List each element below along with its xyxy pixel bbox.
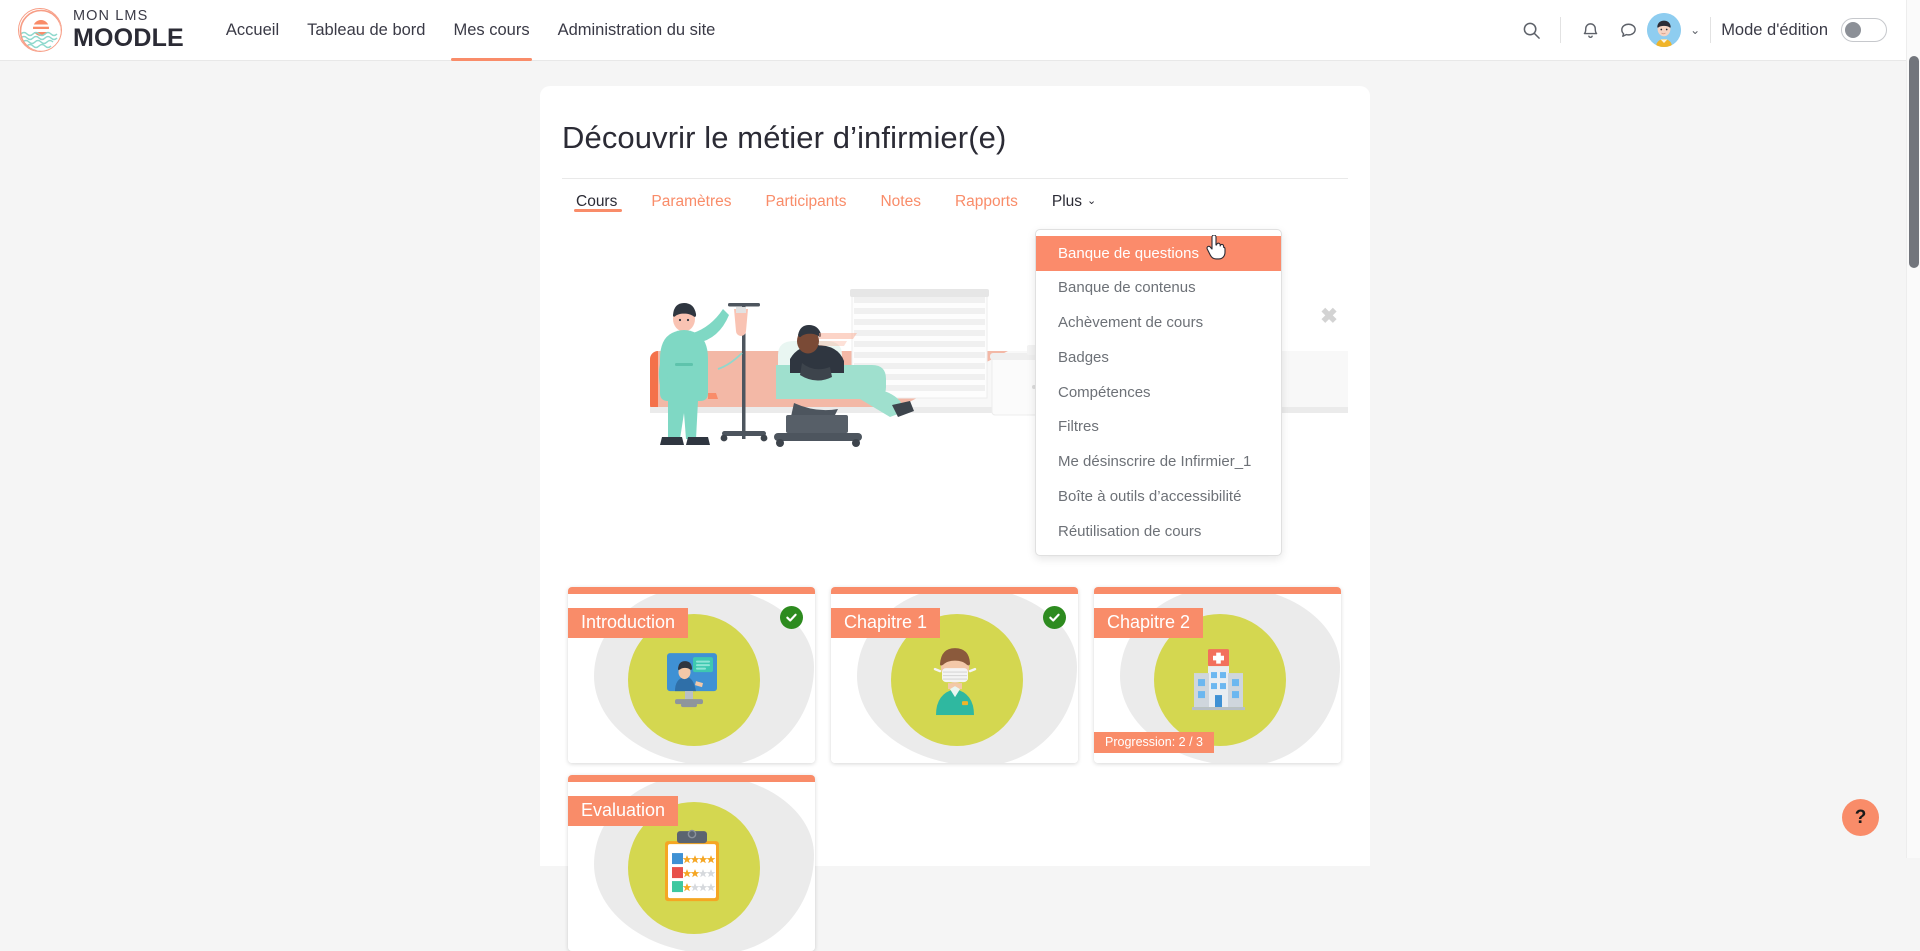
- card-title-badge: Chapitre 2: [1094, 608, 1203, 638]
- navbar-right-area: ⌄ Mode d'édition: [1512, 0, 1913, 61]
- sun-waves-circle-logo: [18, 8, 62, 52]
- menu-item-boite-a-outils-accessibilite[interactable]: Boîte à outils d’accessibilité: [1036, 479, 1281, 514]
- nav-item-tableau-de-bord[interactable]: Tableau de bord: [293, 0, 439, 61]
- menu-item-competences[interactable]: Compétences: [1036, 375, 1281, 410]
- search-icon[interactable]: [1512, 10, 1550, 50]
- card-topbar: [568, 775, 815, 782]
- card-progress-badge: Progression: 2 / 3: [1094, 732, 1214, 753]
- completion-check-icon: [1043, 606, 1066, 629]
- section-card-chapitre-2[interactable]: Chapitre 2 Progression: 2 / 3: [1094, 587, 1341, 763]
- card-title-badge: Evaluation: [568, 796, 678, 826]
- tab-notes[interactable]: Notes: [863, 179, 938, 211]
- brand-top-text: MON LMS: [73, 9, 184, 24]
- section-card-introduction[interactable]: Introduction: [568, 587, 815, 763]
- page-body: Découvrir le métier d’infirmier(e) Cours…: [0, 61, 1913, 858]
- user-menu[interactable]: ⌄: [1647, 13, 1700, 47]
- nav-item-administration-du-site[interactable]: Administration du site: [544, 0, 730, 61]
- top-navbar: MON LMS MOODLE Accueil Tableau de bord M…: [0, 0, 1913, 61]
- menu-item-achevement-de-cours[interactable]: Achèvement de cours: [1036, 306, 1281, 341]
- navbar-divider-1: [1560, 17, 1561, 43]
- edit-mode-label: Mode d'édition: [1721, 21, 1828, 40]
- message-icon[interactable]: [1609, 10, 1647, 50]
- avatar: [1647, 13, 1681, 47]
- section-card-chapitre-1[interactable]: Chapitre 1: [831, 587, 1078, 763]
- chevron-down-icon: ⌄: [1690, 23, 1700, 37]
- page-scrollbar[interactable]: [1906, 0, 1920, 858]
- help-button[interactable]: ?: [1842, 799, 1879, 836]
- close-icon[interactable]: ✖: [1318, 306, 1340, 328]
- tab-rapports[interactable]: Rapports: [938, 179, 1035, 211]
- tab-cours[interactable]: Cours: [562, 179, 634, 211]
- nav-item-mes-cours[interactable]: Mes cours: [439, 0, 543, 61]
- card-body: Chapitre 1: [831, 594, 1078, 763]
- nurse-with-mask-icon: [920, 641, 990, 720]
- completion-check-icon: [780, 606, 803, 629]
- card-title-badge: Chapitre 1: [831, 608, 940, 638]
- menu-item-badges[interactable]: Badges: [1036, 340, 1281, 375]
- nav-item-accueil[interactable]: Accueil: [212, 0, 293, 61]
- toggle-knob: [1845, 22, 1861, 38]
- menu-item-filtres[interactable]: Filtres: [1036, 410, 1281, 445]
- clipboard-rating-icon: [659, 829, 725, 908]
- primary-nav: Accueil Tableau de bord Mes cours Admini…: [212, 0, 729, 61]
- menu-item-me-desinscrire[interactable]: Me désinscrire de Infirmier_1: [1036, 445, 1281, 480]
- card-topbar: [568, 587, 815, 594]
- card-body: Chapitre 2 Progression: 2 / 3: [1094, 594, 1341, 763]
- brand-logo[interactable]: MON LMS MOODLE: [18, 8, 184, 52]
- menu-item-banque-de-questions[interactable]: Banque de questions: [1036, 236, 1281, 271]
- tab-participants[interactable]: Participants: [748, 179, 863, 211]
- plus-dropdown-menu: Banque de questions Banque de contenus A…: [1035, 229, 1282, 556]
- tab-plus-label: Plus: [1052, 193, 1082, 210]
- tab-parametres[interactable]: Paramètres: [634, 179, 748, 211]
- brand-text: MON LMS MOODLE: [73, 9, 184, 52]
- course-sections-grid: Introduction: [568, 587, 1368, 951]
- scrollbar-thumb[interactable]: [1909, 56, 1919, 268]
- menu-item-banque-de-contenus[interactable]: Banque de contenus: [1036, 271, 1281, 306]
- page-title: Découvrir le métier d’infirmier(e): [540, 86, 1370, 156]
- card-body: Evaluation: [568, 782, 815, 951]
- section-card-evaluation[interactable]: Evaluation: [568, 775, 815, 951]
- chevron-down-icon: ⌄: [1087, 195, 1096, 207]
- bell-icon[interactable]: [1571, 10, 1609, 50]
- brand-bottom-text: MOODLE: [73, 26, 184, 51]
- navbar-divider-2: [1710, 17, 1711, 43]
- person-at-computer-icon: [655, 641, 729, 720]
- course-tabs: Cours Paramètres Participants Notes Rapp…: [562, 178, 1348, 225]
- card-body: Introduction: [568, 594, 815, 763]
- card-topbar: [1094, 587, 1341, 594]
- menu-item-reutilisation-de-cours[interactable]: Réutilisation de cours: [1036, 514, 1281, 549]
- hospital-building-icon: [1181, 641, 1255, 720]
- card-topbar: [831, 587, 1078, 594]
- tab-plus[interactable]: Plus ⌄: [1035, 179, 1113, 211]
- card-title-badge: Introduction: [568, 608, 688, 638]
- edit-mode-toggle[interactable]: [1841, 18, 1887, 42]
